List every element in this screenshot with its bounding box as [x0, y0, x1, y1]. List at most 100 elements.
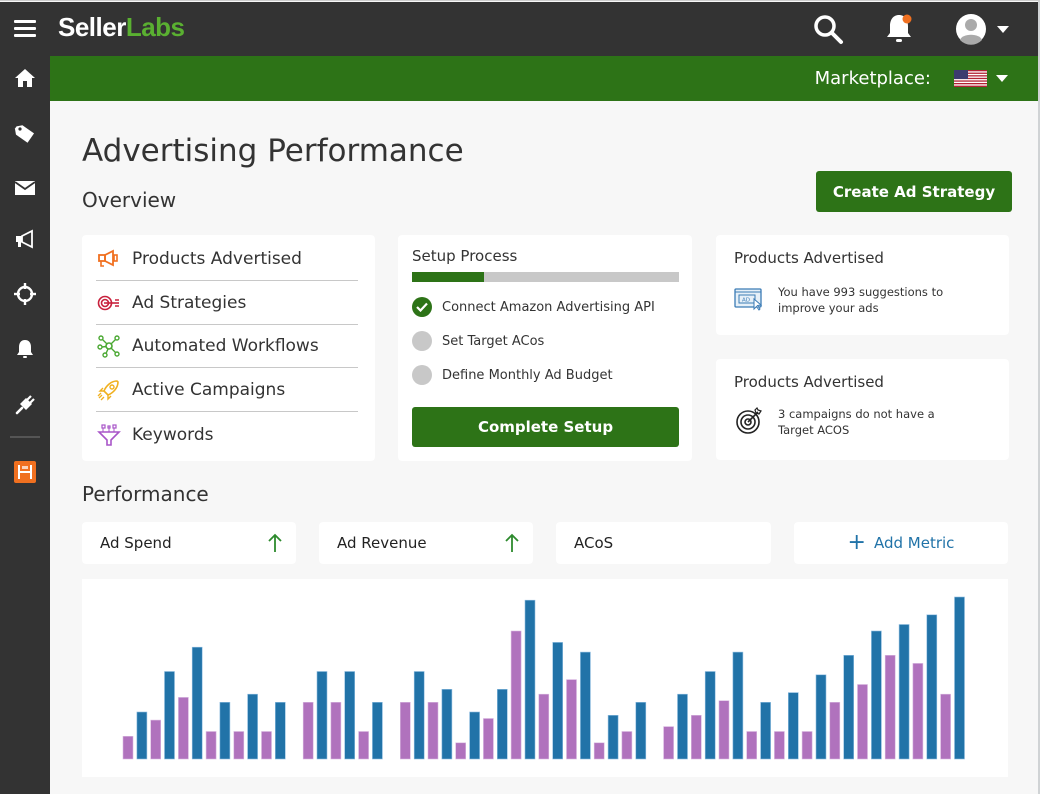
- metric-ad-revenue[interactable]: Ad Revenue: [319, 522, 533, 564]
- hamburger-icon[interactable]: [14, 20, 36, 38]
- target-arrow-icon: [96, 290, 122, 316]
- bar-blue-g2-3: [372, 702, 383, 760]
- suggestion-title: Products Advertised: [734, 249, 884, 267]
- bar-blue-g4-7: [843, 655, 855, 760]
- bar-blue-g1-2: [164, 671, 175, 760]
- crosshair-icon[interactable]: [12, 281, 38, 307]
- complete-setup-button[interactable]: Complete Setup: [412, 407, 679, 447]
- bar-blue-g1-1: [136, 711, 148, 760]
- plug-icon[interactable]: [12, 392, 38, 418]
- step-label: Set Target ACos: [442, 333, 545, 349]
- check-icon: [412, 297, 432, 317]
- suggestion-text-line: 3 campaigns do not have a: [778, 407, 935, 421]
- megaphone-icon[interactable]: [12, 226, 38, 252]
- marketplace-dropdown-icon[interactable]: [996, 75, 1008, 82]
- metric-label: ACoS: [574, 534, 614, 552]
- bar-blue-g4-9: [898, 624, 910, 760]
- funnel-icon: [96, 422, 122, 448]
- bar-purple-g4-11: [940, 693, 951, 760]
- notification-dot: [902, 14, 912, 24]
- app-logo-icon[interactable]: [12, 459, 38, 485]
- step-label: Define Monthly Ad Budget: [442, 367, 613, 383]
- setup-step-target-acos[interactable]: Set Target ACos: [412, 331, 544, 351]
- arrow-up-icon: [505, 533, 519, 557]
- bar-blue-g3-2: [441, 689, 453, 760]
- bar-blue-g3-1: [413, 671, 425, 760]
- suggestion-text: 3 campaigns do not have a Target ACOS: [778, 406, 935, 438]
- metric-ad-spend[interactable]: Ad Spend: [82, 522, 296, 564]
- bar-purple-g1-6: [261, 731, 272, 760]
- marketplace-bar: Marketplace:: [50, 56, 1040, 101]
- nav-item-ad-strategies[interactable]: Ad Strategies: [96, 282, 358, 325]
- envelope-icon[interactable]: [12, 175, 38, 201]
- bar-blue-g1-3: [191, 646, 203, 760]
- bar-blue-g4-2: [704, 671, 716, 760]
- bar-blue-g3-6: [552, 642, 564, 760]
- megaphone-icon: [96, 246, 122, 272]
- nav-item-label: Products Advertised: [132, 249, 302, 269]
- performance-chart: [82, 579, 1008, 777]
- setup-step-monthly-budget[interactable]: Define Monthly Ad Budget: [412, 365, 613, 385]
- bar-purple-g2-2: [330, 702, 342, 760]
- logo-text-seller: Seller: [58, 12, 126, 42]
- bar-purple-g4-5: [774, 731, 785, 760]
- rocket-icon: [96, 377, 122, 403]
- tag-icon[interactable]: [12, 121, 38, 147]
- bell-icon[interactable]: [12, 336, 38, 362]
- metric-label: Ad Revenue: [337, 534, 427, 552]
- target-icon: [734, 406, 764, 436]
- bar-purple-g3-6: [538, 693, 550, 760]
- setup-progress-bar: [412, 272, 679, 282]
- suggestion-text-line: Target ACOS: [778, 423, 850, 437]
- bar-blue-g3-5: [524, 599, 536, 760]
- bar-blue-g3-3: [469, 711, 480, 760]
- bar-blue-g1-6: [275, 702, 286, 760]
- bar-blue-g3-8: [607, 715, 619, 760]
- bar-blue-g4-8: [871, 630, 882, 760]
- bar-blue-g3-7: [580, 651, 591, 760]
- bell-icon[interactable]: [882, 12, 916, 46]
- svg-text:AD: AD: [742, 298, 750, 304]
- nav-item-products-advertised[interactable]: Products Advertised: [96, 238, 358, 281]
- add-metric-button[interactable]: + Add Metric: [794, 522, 1008, 564]
- bar-blue-g4-4: [760, 702, 771, 760]
- search-icon[interactable]: [811, 12, 845, 46]
- pending-circle-icon: [412, 365, 432, 385]
- bar-purple-g4-9: [884, 655, 896, 760]
- bar-purple-g1-2: [150, 719, 161, 760]
- bar-blue-g4-10: [926, 614, 938, 760]
- bar-purple-g1-4: [205, 731, 217, 760]
- suggestion-card-ads[interactable]: Products Advertised AD You have 993 sugg…: [716, 235, 1009, 335]
- setup-step-connect-api[interactable]: Connect Amazon Advertising API: [412, 297, 655, 317]
- bar-blue-g2-2: [344, 671, 356, 760]
- bar-blue-g4-5: [787, 692, 799, 760]
- bar-purple-g4-6: [801, 731, 813, 760]
- us-flag-icon[interactable]: [954, 70, 987, 87]
- user-menu[interactable]: [952, 12, 1012, 46]
- metric-acos[interactable]: ACoS: [556, 522, 771, 564]
- suggestion-title: Products Advertised: [734, 373, 884, 391]
- suggestion-card-acos[interactable]: Products Advertised 3 campaigns do not h…: [716, 359, 1009, 460]
- sidebar-divider: [10, 436, 40, 438]
- logo-text-labs: Labs: [125, 12, 185, 42]
- sidebar: [0, 56, 50, 794]
- bar-chart-svg: [122, 596, 965, 760]
- nav-item-keywords[interactable]: Keywords: [96, 413, 358, 456]
- create-ad-strategy-button[interactable]: Create Ad Strategy: [816, 171, 1012, 212]
- bar-purple-g1-5: [233, 731, 245, 760]
- home-icon[interactable]: [12, 65, 38, 91]
- bar-purple-g2-1: [302, 702, 314, 760]
- bar-purple-g3-4: [483, 718, 494, 760]
- seller-labs-logo[interactable]: SellerLabs: [58, 12, 185, 43]
- bar-blue-g4-6: [815, 674, 827, 760]
- nav-item-automated-workflows[interactable]: Automated Workflows: [96, 325, 358, 368]
- performance-heading: Performance: [82, 482, 209, 506]
- marketplace-label: Marketplace:: [814, 68, 931, 89]
- nav-item-label: Automated Workflows: [132, 336, 319, 356]
- nav-item-active-campaigns[interactable]: Active Campaigns: [96, 369, 358, 412]
- arrow-up-icon: [268, 533, 282, 557]
- bar-purple-g2-3: [358, 731, 369, 760]
- bar-blue-g1-4: [219, 702, 231, 760]
- suggestion-text: You have 993 suggestions to improve your …: [778, 284, 943, 316]
- bar-purple-g4-7: [829, 702, 841, 760]
